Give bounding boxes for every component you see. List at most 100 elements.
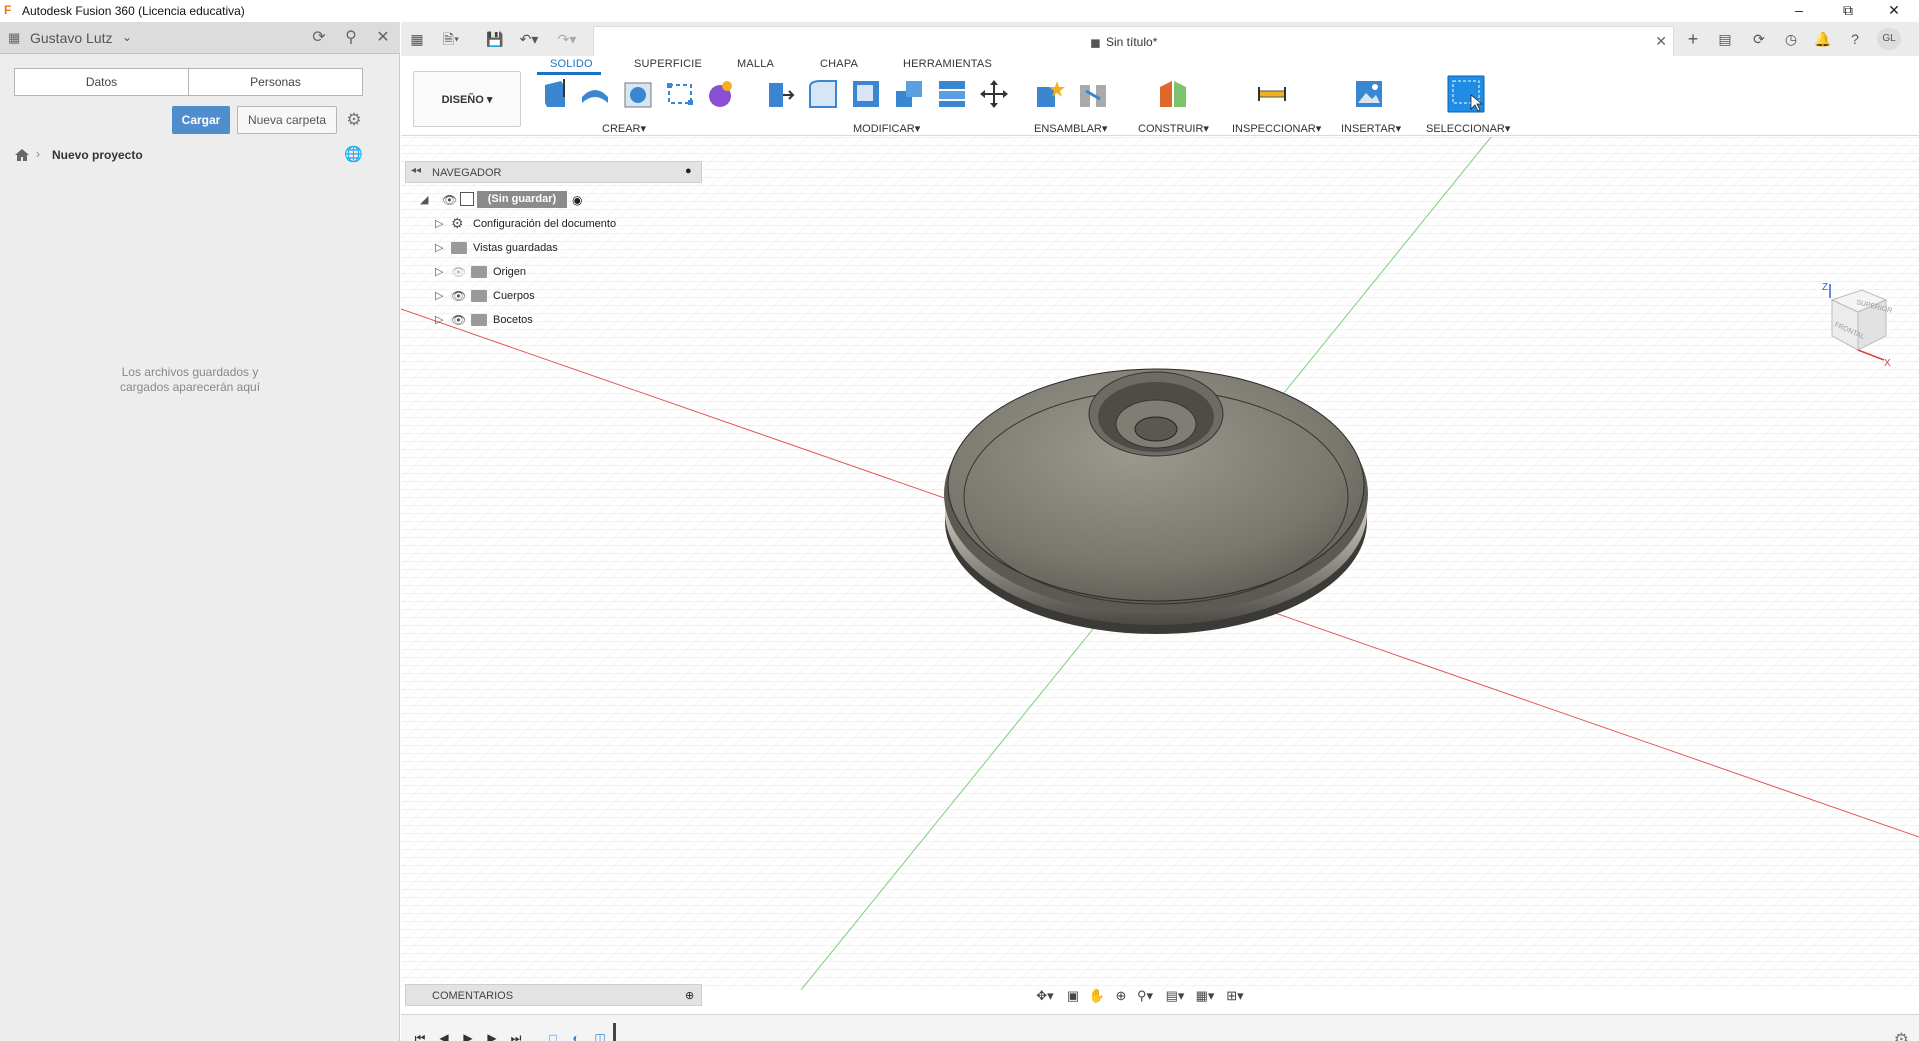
play-icon[interactable]: ▶ <box>461 1031 475 1041</box>
shell-icon[interactable] <box>892 77 926 111</box>
close-tab-icon[interactable]: ✕ <box>1655 33 1667 50</box>
home-icon[interactable] <box>14 148 30 162</box>
tree-item[interactable]: ▷ Vistas guardadas <box>435 238 695 258</box>
tab-herramientas[interactable]: HERRAMIENTAS <box>903 58 992 70</box>
comments-panel[interactable]: COMENTARIOS ⊕ <box>405 984 702 1006</box>
go-to-end-icon[interactable]: ⏭ <box>509 1031 523 1041</box>
construct-plane-icon[interactable] <box>1156 77 1190 111</box>
display-settings-icon[interactable]: ▤▾ <box>1165 988 1185 1004</box>
search-icon[interactable]: ⚲ <box>342 29 360 47</box>
navigator-panel[interactable]: ◂◂ NAVEGADOR ● <box>405 161 702 183</box>
extrude-icon[interactable] <box>578 77 612 111</box>
expand-arrow-icon[interactable]: ◢ <box>420 193 428 206</box>
insert-image-icon[interactable] <box>1352 77 1386 111</box>
file-menu-icon[interactable]: 🗎▾ <box>441 30 461 48</box>
group-ensamblar[interactable]: ENSAMBLAR▾ <box>1034 122 1107 135</box>
tree-root[interactable]: ◢ 👁 (Sin guardar) ◉ <box>420 190 680 210</box>
group-insertar[interactable]: INSERTAR▾ <box>1341 122 1401 135</box>
group-seleccionar[interactable]: SELECCIONAR▾ <box>1426 122 1510 135</box>
form-icon[interactable] <box>703 77 737 111</box>
orbit-icon[interactable]: ✥▾ <box>1035 988 1055 1004</box>
tab-chapa[interactable]: CHAPA <box>820 58 858 70</box>
timeline-marker[interactable] <box>613 1023 616 1041</box>
undo-icon[interactable]: ↶▾ <box>519 30 539 48</box>
grid-settings-icon[interactable]: ▦▾ <box>1195 988 1215 1004</box>
move-icon[interactable] <box>977 77 1011 111</box>
help-icon[interactable]: ? <box>1845 30 1865 48</box>
eye-icon[interactable]: 👁 <box>451 313 466 327</box>
user-name[interactable]: Gustavo Lutz <box>30 30 113 46</box>
job-status-icon[interactable]: ▤ <box>1715 30 1735 48</box>
tab-solido[interactable]: SOLIDO <box>550 58 593 70</box>
group-crear[interactable]: CREAR▾ <box>602 122 646 135</box>
breadcrumb-project[interactable]: Nuevo proyecto <box>52 148 143 162</box>
3d-model-body[interactable] <box>944 368 1368 634</box>
chevron-down-icon[interactable]: ⌄ <box>122 30 132 44</box>
refresh-icon[interactable]: ⟳ <box>310 29 328 47</box>
expand-arrow-icon[interactable]: ▷ <box>435 217 443 230</box>
chamfer-icon[interactable] <box>849 77 883 111</box>
fillet-icon[interactable] <box>806 77 840 111</box>
tab-personas[interactable]: Personas <box>188 69 362 95</box>
combine-icon[interactable] <box>935 77 969 111</box>
tree-item[interactable]: ▷ 👁 Cuerpos <box>435 286 695 306</box>
collapse-icon[interactable]: ◂◂ <box>411 165 421 176</box>
minimize-icon[interactable]: ● <box>685 165 692 177</box>
fit-icon[interactable]: ⚲▾ <box>1135 988 1155 1004</box>
expand-arrow-icon[interactable]: ▷ <box>435 313 443 326</box>
workspace-selector[interactable]: DISEÑO ▾ <box>413 71 521 127</box>
upload-button[interactable]: Cargar <box>172 106 230 134</box>
group-inspeccionar[interactable]: INSPECCIONAR▾ <box>1232 122 1321 135</box>
tree-item[interactable]: ▷ 👁 Origen <box>435 262 695 282</box>
apps-grid-icon[interactable]: ▦ <box>407 30 427 48</box>
sketch-icon[interactable] <box>663 77 697 111</box>
go-to-start-icon[interactable]: ⏮ <box>413 1031 427 1041</box>
viewcube[interactable]: SUPERIOR FRONTAL Z X <box>1812 282 1894 368</box>
timeline-sketch-icon[interactable]: □ <box>546 1031 560 1041</box>
document-tab[interactable]: ◼ Sin título* ✕ <box>593 26 1674 56</box>
group-modificar[interactable]: MODIFICAR▾ <box>853 122 920 135</box>
step-forward-icon[interactable]: ▶ <box>485 1031 499 1041</box>
activate-radio-icon[interactable]: ◉ <box>572 193 582 207</box>
tab-superficie[interactable]: SUPERFICIE <box>634 58 702 70</box>
redo-icon[interactable]: ↷▾ <box>557 30 577 48</box>
notification-icon[interactable]: 🔔 <box>1813 30 1833 48</box>
timeline-extrude-icon[interactable]: ◐ <box>569 1031 583 1041</box>
save-icon[interactable]: 💾 <box>485 30 505 48</box>
add-comment-icon[interactable]: ⊕ <box>685 989 694 1002</box>
joint-icon[interactable] <box>1076 77 1110 111</box>
expand-arrow-icon[interactable]: ▷ <box>435 241 443 254</box>
press-pull-icon[interactable] <box>763 77 797 111</box>
select-icon[interactable] <box>1447 75 1485 113</box>
group-construir[interactable]: CONSTRUIR▾ <box>1138 122 1209 135</box>
minimize-button[interactable]: – <box>1777 0 1821 22</box>
new-folder-button[interactable]: Nueva carpeta <box>237 106 337 134</box>
look-at-icon[interactable]: ▣ <box>1063 988 1083 1004</box>
new-component-icon[interactable] <box>537 77 571 111</box>
tab-datos[interactable]: Datos <box>15 69 188 95</box>
revolve-icon[interactable] <box>621 77 655 111</box>
gear-icon[interactable]: ⚙ <box>1894 1030 1909 1041</box>
tab-malla[interactable]: MALLA <box>737 58 774 70</box>
timeline-revolve-icon[interactable]: ◫ <box>593 1031 607 1041</box>
viewports-icon[interactable]: ⊞▾ <box>1225 988 1245 1004</box>
step-back-icon[interactable]: ◀ <box>437 1031 451 1041</box>
restore-button[interactable]: ⧉ <box>1826 0 1870 22</box>
tree-item[interactable]: ▷ 👁 Bocetos <box>435 310 695 330</box>
zoom-icon[interactable]: ⊕ <box>1111 988 1131 1004</box>
expand-arrow-icon[interactable]: ▷ <box>435 289 443 302</box>
measure-icon[interactable] <box>1255 77 1289 111</box>
close-icon[interactable]: ✕ <box>374 29 392 47</box>
gear-icon[interactable]: ⚙ <box>344 110 364 130</box>
new-tab-icon[interactable]: + <box>1683 30 1703 48</box>
eye-hidden-icon[interactable]: 👁 <box>451 265 466 279</box>
clock-icon[interactable]: ◷ <box>1781 30 1801 48</box>
eye-icon[interactable]: 👁 <box>451 289 466 303</box>
pan-icon[interactable]: ✋ <box>1087 988 1107 1004</box>
close-window-button[interactable]: ✕ <box>1872 0 1916 22</box>
tree-item[interactable]: ▷ ⚙ Configuración del documento <box>435 214 695 234</box>
expand-arrow-icon[interactable]: ▷ <box>435 265 443 278</box>
extensions-icon[interactable]: ⟳ <box>1749 30 1769 48</box>
apps-grid-icon[interactable]: ▦ <box>8 31 22 44</box>
eye-icon[interactable]: 👁 <box>442 193 457 207</box>
